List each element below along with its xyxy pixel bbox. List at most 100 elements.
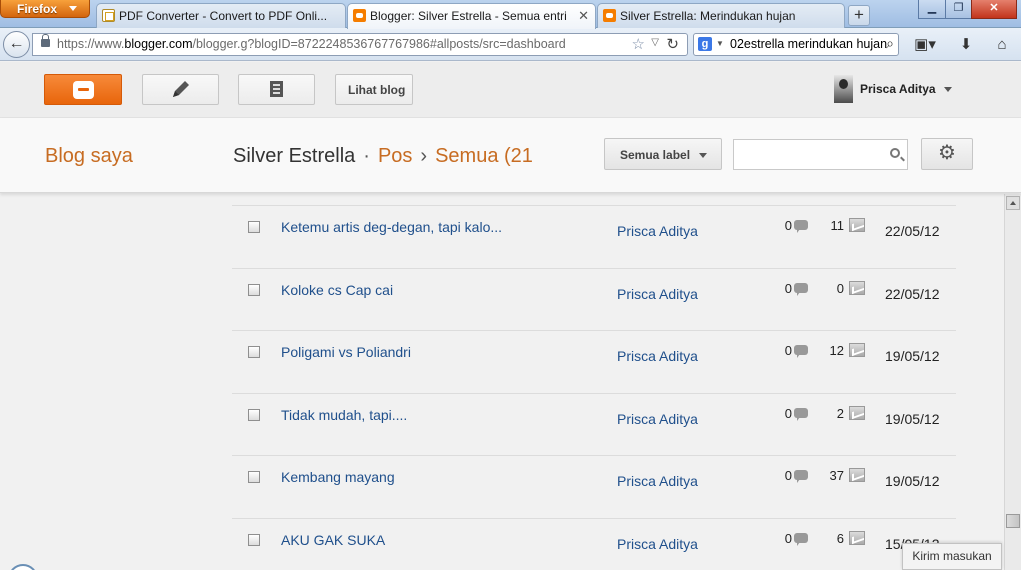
breadcrumb-separator: › [420, 145, 428, 167]
blogger-logo-icon [73, 81, 94, 99]
tab-silver-estrella[interactable]: Silver Estrella: Merindukan hujan [597, 3, 845, 28]
my-blogs-link[interactable]: Blog saya [45, 145, 133, 168]
bookmarks-menu-icon[interactable]: ▣▾ [910, 34, 940, 56]
tab-title: PDF Converter - Convert to PDF Onli... [119, 9, 328, 23]
firefox-menu-button[interactable]: Firefox [0, 0, 90, 18]
user-name[interactable]: Prisca Aditya [860, 82, 936, 96]
search-icon[interactable]: ⌕ [886, 35, 894, 52]
post-row[interactable]: Poligami vs Poliandri Prisca Aditya 0 12… [232, 330, 956, 393]
post-row[interactable]: Ketemu artis deg-degan, tapi kalo... Pri… [232, 205, 956, 268]
post-date: 22/05/12 [885, 285, 940, 302]
scroll-up-arrow-icon[interactable] [1006, 196, 1020, 210]
chevron-down-icon[interactable] [944, 87, 952, 92]
breadcrumb-all-posts[interactable]: Semua (21 [435, 145, 533, 167]
breadcrumb-separator: · [363, 145, 370, 167]
back-button[interactable]: ← [3, 31, 30, 58]
close-icon[interactable]: ✕ [578, 8, 589, 24]
select-post-checkbox[interactable] [248, 221, 260, 233]
url-prefix: https://www. [57, 37, 125, 51]
tab-title: Blogger: Silver Estrella - Semua entri [370, 9, 567, 23]
post-title-link[interactable]: Tidak mudah, tapi.... [281, 407, 407, 423]
send-feedback-button[interactable]: Kirim masukan [902, 543, 1002, 570]
blogger-home-button[interactable] [44, 74, 122, 105]
post-date: 22/05/12 [885, 223, 940, 239]
tab-title: Silver Estrella: Merindukan hujan [620, 9, 796, 23]
select-post-checkbox[interactable] [248, 346, 260, 358]
close-window-button[interactable]: ✕ [971, 0, 1017, 19]
new-tab-button[interactable]: + [848, 5, 870, 26]
chevron-down-icon[interactable]: ▽ [651, 37, 659, 48]
post-author-link[interactable]: Prisca Aditya [617, 473, 698, 489]
maximize-icon: ❐ [953, 2, 964, 14]
post-list: Ketemu artis deg-degan, tapi kalo... Pri… [232, 205, 956, 570]
address-bar[interactable]: https://www.blogger.com/blogger.g?blogID… [32, 33, 688, 56]
comment-icon [794, 470, 808, 483]
status-circle-icon [8, 564, 38, 570]
home-icon[interactable]: ⌂ [990, 34, 1014, 56]
scrollbar-thumb[interactable] [1006, 514, 1020, 528]
breadcrumb: Silver Estrella · Pos › Semua (21 [233, 145, 533, 168]
maximize-window-button[interactable]: ❐ [945, 0, 972, 19]
post-author-link[interactable]: Prisca Aditya [617, 348, 698, 364]
comment-count: 0 [784, 530, 792, 546]
stats-icon [849, 343, 865, 357]
view-count: 12 [829, 343, 844, 358]
post-author-link[interactable]: Prisca Aditya [617, 536, 698, 552]
view-blog-button[interactable]: Lihat blog [335, 74, 413, 105]
post-title-link[interactable]: Poligami vs Poliandri [281, 344, 411, 360]
post-title-link[interactable]: AKU GAK SUKA [281, 532, 385, 548]
post-author-link[interactable]: Prisca Aditya [617, 286, 698, 302]
pdf-icon [102, 9, 115, 22]
comment-count: 0 [784, 343, 792, 358]
search-bar[interactable]: g ▼ 02estrella merindukan hujan ⌕ [693, 33, 899, 56]
tab-blogger-all-posts[interactable]: Blogger: Silver Estrella - Semua entri ✕ [347, 3, 596, 29]
minimize-icon: ▁ [927, 2, 937, 14]
comment-count: 0 [784, 468, 792, 483]
view-count: 11 [830, 218, 845, 233]
breadcrumb-posts[interactable]: Pos [378, 145, 412, 167]
settings-button[interactable]: ⚙ [921, 138, 973, 170]
posts-list-button[interactable] [238, 74, 315, 105]
download-icon[interactable]: ⬇ [955, 34, 977, 56]
lock-icon [41, 34, 50, 47]
bookmark-star-icon[interactable]: ☆ [632, 35, 645, 53]
post-author-link[interactable]: Prisca Aditya [617, 223, 698, 239]
view-count: 37 [829, 468, 844, 483]
blogger-top-bar: Lihat blog Prisca Aditya [0, 62, 1021, 118]
tab-pdf-converter[interactable]: PDF Converter - Convert to PDF Onli... [96, 3, 346, 28]
breadcrumb-blog-name[interactable]: Silver Estrella [233, 145, 355, 167]
post-row[interactable]: Kembang mayang Prisca Aditya 0 37 19/05/… [232, 455, 956, 518]
chevron-down-icon[interactable]: ▼ [716, 39, 724, 48]
post-row[interactable]: Koloke cs Cap cai Prisca Aditya 0 0 22/0… [232, 267, 956, 331]
label-filter-dropdown[interactable]: Semua label [604, 138, 722, 170]
select-post-checkbox[interactable] [248, 283, 260, 296]
post-author-link[interactable]: Prisca Aditya [617, 411, 698, 427]
gear-icon: ⚙ [938, 142, 956, 164]
post-search-input[interactable] [734, 140, 882, 169]
new-post-button[interactable] [142, 74, 219, 105]
view-count: 2 [836, 405, 844, 421]
comment-icon [794, 532, 808, 546]
post-row[interactable]: Tidak mudah, tapi.... Prisca Aditya 0 2 … [232, 392, 956, 456]
post-row[interactable]: AKU GAK SUKA Prisca Aditya 0 6 15/05/12 [232, 517, 956, 570]
close-icon: ✕ [989, 2, 999, 14]
chevron-down-icon [69, 6, 77, 11]
stats-icon [849, 218, 865, 232]
minimize-window-button[interactable]: ▁ [918, 0, 946, 19]
documents-icon [270, 81, 283, 97]
reload-icon[interactable]: ↻ [666, 35, 679, 53]
post-title-link[interactable]: Ketemu artis deg-degan, tapi kalo... [281, 219, 502, 235]
select-post-checkbox[interactable] [248, 408, 260, 421]
blogger-icon [603, 9, 616, 22]
post-title-link[interactable]: Koloke cs Cap cai [281, 282, 393, 298]
page-scrollbar[interactable] [1004, 194, 1021, 570]
search-icon[interactable] [890, 148, 900, 158]
post-title-link[interactable]: Kembang mayang [281, 469, 395, 485]
avatar[interactable] [834, 75, 853, 103]
post-search-box[interactable] [733, 139, 908, 170]
select-post-checkbox[interactable] [248, 471, 260, 483]
pencil-icon [173, 81, 189, 97]
search-engine-logo[interactable]: g [698, 37, 712, 51]
select-post-checkbox[interactable] [248, 533, 260, 546]
page-header: Blog saya Silver Estrella · Pos › Semua (21 … [0, 118, 1021, 193]
